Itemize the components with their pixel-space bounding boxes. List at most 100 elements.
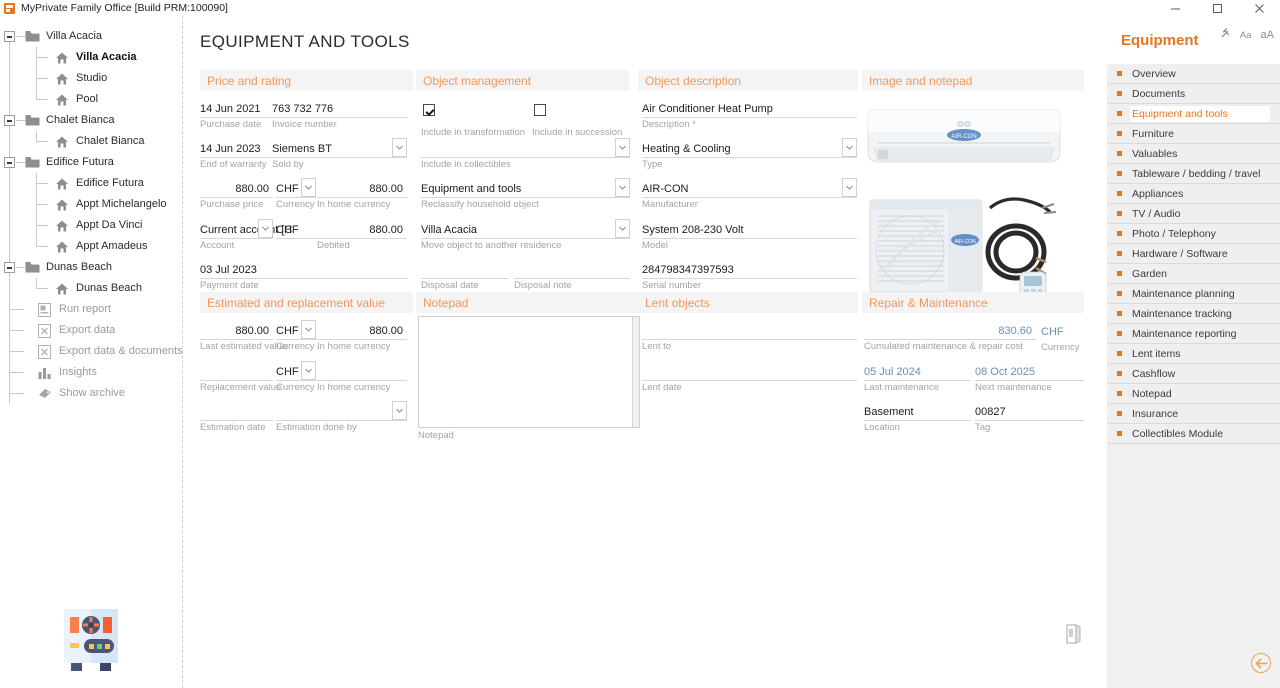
tree-node-pool[interactable]: Pool (0, 89, 182, 110)
field-in-home-currency-replacement[interactable]: In home currency (317, 359, 407, 381)
tree-node-dunas-beach[interactable]: Dunas Beach (0, 278, 182, 299)
equipment-menu-item-garden[interactable]: Garden (1107, 264, 1280, 284)
equipment-menu-item-tv-audio[interactable]: TV / Audio (1107, 204, 1280, 224)
equipment-menu-item-insurance[interactable]: Insurance (1107, 404, 1280, 424)
equipment-menu-item-cashflow[interactable]: Cashflow (1107, 364, 1280, 384)
field-include-in-collectibles[interactable]: Include in collectibles (421, 136, 630, 158)
back-arrow-icon[interactable] (1251, 653, 1271, 673)
field-location[interactable]: Basement Location (864, 399, 971, 421)
notepad-scrollbar[interactable] (632, 317, 639, 427)
field-estimation-done-by[interactable]: Estimation done by (276, 399, 407, 421)
equipment-menu-item-hardware-software[interactable]: Hardware / Software (1107, 244, 1280, 264)
manufacturer-chevron-down-icon[interactable] (842, 178, 857, 197)
field-currency-purchase[interactable]: CHF Currency (276, 176, 316, 198)
field-currency-estimated[interactable]: CHF Currency (276, 318, 316, 340)
field-type[interactable]: Heating & Cooling Type (642, 136, 857, 158)
currency-estimated-chevron-down-icon[interactable] (301, 320, 316, 339)
field-payment-date[interactable]: 03 Jul 2023 Payment date (200, 257, 407, 279)
tree-node-edifice-futura[interactable]: Edifice Futura (0, 173, 182, 194)
tree-node-appt-da-vinci[interactable]: Appt Da Vinci (0, 215, 182, 236)
field-disposal-date[interactable]: Disposal date (421, 257, 509, 279)
equipment-menu-item-overview[interactable]: Overview (1107, 64, 1280, 84)
font-size-large-button[interactable]: aA (1261, 29, 1274, 41)
sold-by-chevron-down-icon[interactable] (392, 138, 407, 157)
field-serial-number[interactable]: 284798347397593 Serial number (642, 257, 857, 279)
field-estimation-date[interactable]: Estimation date (200, 399, 273, 421)
field-maintenance-currency[interactable]: CHF Currency (1041, 318, 1084, 340)
tree-node-villa-acacia[interactable]: Villa Acacia (0, 26, 182, 47)
currency-purchase-chevron-down-icon[interactable] (301, 178, 316, 197)
currency-replacement-chevron-down-icon[interactable] (301, 361, 316, 380)
air-conditioner-outdoor-unit-photo[interactable]: AIR-CON (864, 186, 1064, 306)
field-replacement-value[interactable]: Replacement value (200, 359, 273, 381)
field-lent-to[interactable]: Lent to (642, 318, 857, 340)
equipment-menu-item-maintenance-tracking[interactable]: Maintenance tracking (1107, 304, 1280, 324)
type-chevron-down-icon[interactable] (842, 138, 857, 157)
field-account[interactable]: Current account [C Account (200, 217, 273, 239)
minimize-icon[interactable] (1154, 0, 1196, 16)
pin-icon[interactable] (1220, 28, 1231, 42)
tree-node-appt-michelangelo[interactable]: Appt Michelangelo (0, 194, 182, 215)
air-conditioner-indoor-unit-photo[interactable]: ◍◍ AIR-CON (864, 102, 1064, 180)
open-book-icon[interactable] (1064, 624, 1082, 647)
field-last-estimated-value[interactable]: 880.00 Last estimated value (200, 318, 273, 340)
field-debited[interactable]: 880.00 Debited (317, 217, 407, 239)
field-description[interactable]: Air Conditioner Heat Pump Description * (642, 96, 857, 118)
field-reclassify-household-object[interactable]: Equipment and tools Reclassify household… (421, 176, 630, 198)
font-size-small-button[interactable]: Aa (1240, 30, 1252, 41)
field-tag[interactable]: 00827 Tag (975, 399, 1084, 421)
tree-expander-collapse-icon[interactable] (4, 157, 15, 168)
field-purchase-price[interactable]: 880.00 Purchase price (200, 176, 273, 198)
tree-node-edifice-futura[interactable]: Edifice Futura (0, 152, 182, 173)
equipment-menu-item-lent-items[interactable]: Lent items (1107, 344, 1280, 364)
tree-node-chalet-bianca[interactable]: Chalet Bianca (0, 110, 182, 131)
field-disposal-note[interactable]: Disposal note (514, 257, 630, 279)
field-manufacturer[interactable]: AIR-CON Manufacturer (642, 176, 857, 198)
field-model[interactable]: System 208-230 Volt Model (642, 217, 857, 239)
tree-expander-collapse-icon[interactable] (4, 115, 15, 126)
tree-action-export-data-documents[interactable]: Export data & documents (0, 341, 182, 362)
tree-expander-collapse-icon[interactable] (4, 262, 15, 273)
field-currency-account[interactable]: CHF (276, 217, 316, 239)
equipment-menu-item-valuables[interactable]: Valuables (1107, 144, 1280, 164)
field-lent-date[interactable]: Lent date (642, 359, 857, 381)
tree-node-villa-acacia[interactable]: Villa Acacia (0, 47, 182, 68)
field-sold-by[interactable]: Siemens BT Sold by (272, 136, 407, 158)
tree-action-show-archive[interactable]: Show archive (0, 383, 182, 404)
estimation-done-by-chevron-down-icon[interactable] (392, 401, 407, 420)
equipment-menu-item-equipment-and-tools[interactable]: Equipment and tools (1107, 104, 1280, 124)
equipment-menu-item-maintenance-planning[interactable]: Maintenance planning (1107, 284, 1280, 304)
field-in-home-currency-purchase[interactable]: 880.00 In home currency (317, 176, 407, 198)
equipment-menu-item-maintenance-reporting[interactable]: Maintenance reporting (1107, 324, 1280, 344)
tree-action-insights[interactable]: Insights (0, 362, 182, 383)
tree-node-chalet-bianca[interactable]: Chalet Bianca (0, 131, 182, 152)
tree-action-run-report[interactable]: Run report (0, 299, 182, 320)
notepad-textarea[interactable] (418, 316, 640, 428)
tree-action-export-data[interactable]: Export data (0, 320, 182, 341)
field-next-maintenance[interactable]: 08 Oct 2025 Next maintenance (975, 359, 1084, 381)
field-invoice-number[interactable]: 763 732 776 Invoice number (272, 96, 407, 118)
account-chevron-down-icon[interactable] (258, 219, 273, 238)
equipment-menu-item-photo-telephony[interactable]: Photo / Telephony (1107, 224, 1280, 244)
field-move-object-to-another-residence[interactable]: Villa Acacia Move object to another resi… (421, 217, 630, 239)
checkbox-include-in-succession[interactable] (534, 104, 546, 116)
tree-expander-collapse-icon[interactable] (4, 31, 15, 42)
equipment-menu-item-furniture[interactable]: Furniture (1107, 124, 1280, 144)
field-last-maintenance[interactable]: 05 Jul 2024 Last maintenance (864, 359, 971, 381)
field-currency-replacement[interactable]: CHF Currency (276, 359, 316, 381)
reclassify-household-object-chevron-down-icon[interactable] (615, 178, 630, 197)
equipment-menu-item-appliances[interactable]: Appliances (1107, 184, 1280, 204)
field-in-home-currency-estimated[interactable]: 880.00 In home currency (317, 318, 407, 340)
checkbox-include-in-transformation[interactable] (423, 104, 435, 116)
tree-node-studio[interactable]: Studio (0, 68, 182, 89)
field-cumulated-maintenance-cost[interactable]: 830.60 Cumulated maintenance & repair co… (864, 318, 1036, 340)
tree-node-appt-amadeus[interactable]: Appt Amadeus (0, 236, 182, 257)
move-object-chevron-down-icon[interactable] (615, 219, 630, 238)
close-icon[interactable] (1238, 0, 1280, 16)
equipment-menu-item-tableware-bedding-travel[interactable]: Tableware / bedding / travel (1107, 164, 1280, 184)
include-in-collectibles-chevron-down-icon[interactable] (615, 138, 630, 157)
equipment-menu-item-notepad[interactable]: Notepad (1107, 384, 1280, 404)
equipment-menu-item-collectibles-module[interactable]: Collectibles Module (1107, 424, 1280, 444)
equipment-menu-item-documents[interactable]: Documents (1107, 84, 1280, 104)
tree-node-dunas-beach[interactable]: Dunas Beach (0, 257, 182, 278)
